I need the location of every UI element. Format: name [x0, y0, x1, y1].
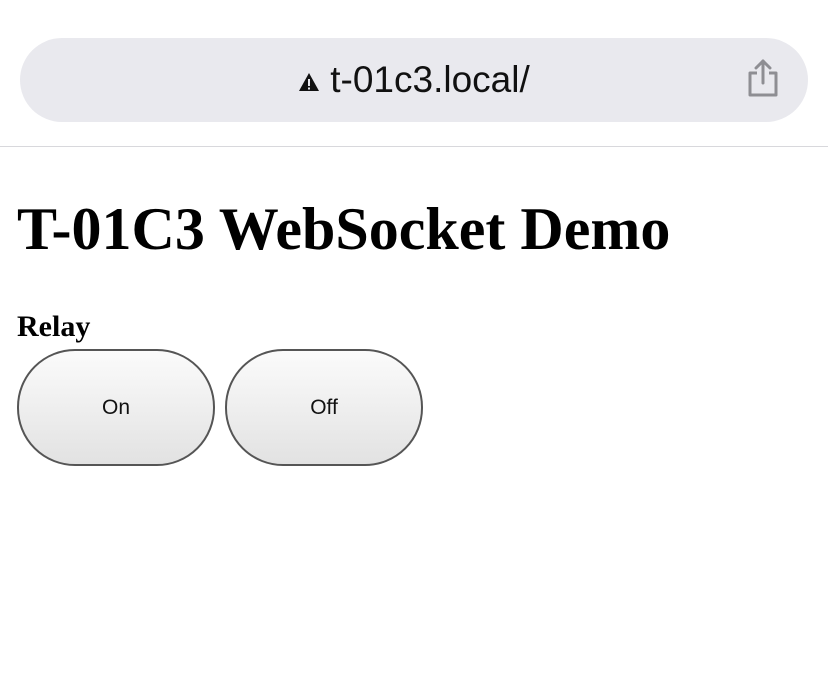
address-bar-content: t-01c3.local/	[20, 38, 808, 122]
address-bar[interactable]: t-01c3.local/	[20, 38, 808, 122]
browser-toolbar: t-01c3.local/	[0, 0, 828, 147]
share-icon[interactable]	[746, 58, 780, 98]
warning-triangle-icon	[299, 73, 320, 91]
relay-label: Relay	[17, 310, 91, 343]
page-title: T-01C3 WebSocket Demo	[17, 196, 671, 262]
relay-on-button[interactable]: On	[17, 349, 215, 466]
relay-off-button[interactable]: Off	[225, 349, 423, 466]
page-content: T-01C3 WebSocket Demo Relay On Off	[17, 190, 807, 466]
url-text: t-01c3.local/	[330, 59, 530, 100]
